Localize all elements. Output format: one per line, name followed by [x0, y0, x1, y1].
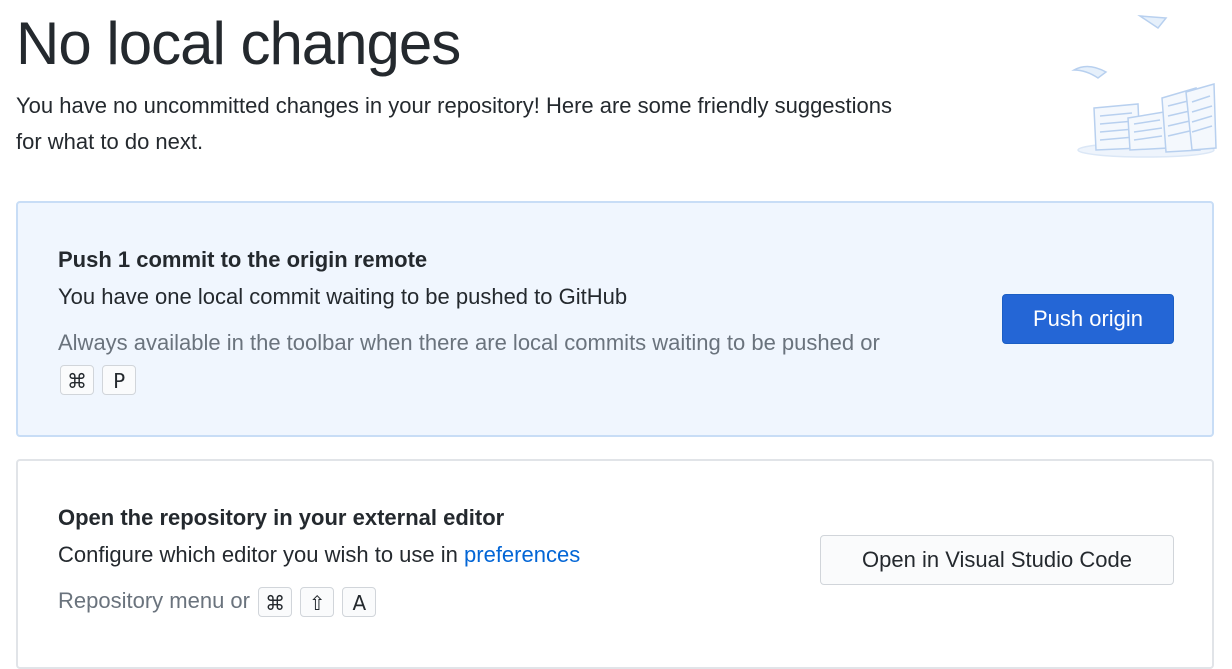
push-card-description: You have one local commit waiting to be …	[58, 284, 628, 309]
command-key: ⌘	[258, 587, 293, 618]
preferences-link[interactable]: preferences	[464, 542, 580, 567]
editor-hint-text: Repository menu or	[58, 588, 250, 613]
push-suggestion-card: Push 1 commit to the origin remote You h…	[16, 201, 1214, 437]
p-key: P	[102, 365, 137, 396]
editor-card-title: Open the repository in your external edi…	[58, 505, 505, 530]
open-in-editor-button[interactable]: Open in Visual Studio Code	[820, 535, 1174, 585]
page-subtitle: You have no uncommitted changes in your …	[16, 93, 893, 154]
push-origin-button[interactable]: Push origin	[1002, 294, 1174, 344]
papers-illustration-icon	[1071, 15, 1217, 158]
shift-key: ⇧	[300, 587, 335, 618]
push-hint-text: Always available in the toolbar when the…	[58, 330, 880, 355]
a-key: A	[342, 587, 377, 618]
push-card-title: Push 1 commit to the origin remote	[58, 247, 428, 272]
page-title: No local changes	[16, 10, 461, 77]
editor-card-hint: Repository menu or ⌘ ⇧ A	[58, 583, 918, 619]
editor-suggestion-card: Open the repository in your external edi…	[16, 459, 1214, 669]
command-key: ⌘	[60, 365, 94, 396]
editor-card-description: Configure which editor you wish to use i…	[58, 542, 580, 568]
editor-description-text: Configure which editor you wish to use i…	[58, 542, 458, 567]
push-card-hint: Always available in the toolbar when the…	[58, 325, 918, 397]
